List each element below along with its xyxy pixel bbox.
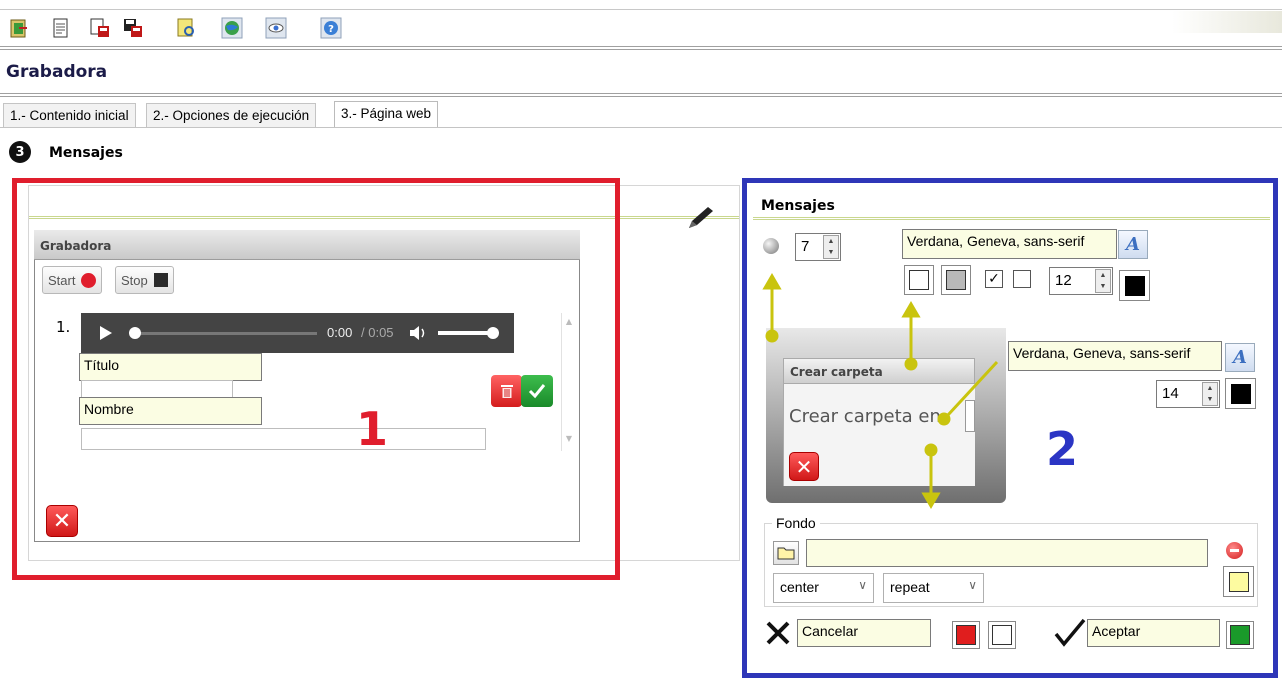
- start-button[interactable]: Start: [42, 266, 103, 294]
- duration: / 0:05: [361, 325, 394, 340]
- volume-track[interactable]: [438, 331, 494, 335]
- font-family-field-1[interactable]: Verdana, Geneva, sans-serif: [902, 229, 1117, 259]
- record-icon: [81, 272, 97, 288]
- repeat-select-value: repeat: [890, 579, 930, 595]
- font-picker-icon[interactable]: A: [1118, 230, 1148, 259]
- spinner-arrows-icon[interactable]: ▲ ▼: [1095, 269, 1111, 293]
- font-size-spinner-2[interactable]: 14 ▲ ▼: [1156, 380, 1220, 408]
- start-label: Start: [48, 272, 76, 288]
- remove-background-icon[interactable]: [1226, 542, 1243, 559]
- volume-icon[interactable]: [409, 325, 427, 345]
- current-time: 0:00: [327, 325, 353, 340]
- accept-color-swatch: [1230, 625, 1250, 645]
- page-title: Grabadora: [6, 62, 108, 82]
- stop-button[interactable]: Stop: [115, 266, 174, 294]
- italic-checkbox[interactable]: [1013, 270, 1031, 288]
- toolbar-fade: [1172, 11, 1282, 33]
- name-label-field[interactable]: Nombre: [79, 397, 262, 425]
- stop-icon: [153, 273, 168, 287]
- edit-pencil-icon[interactable]: [686, 205, 716, 231]
- cancel-bg-color-box[interactable]: [988, 621, 1016, 649]
- font-color-box-2[interactable]: [1225, 378, 1256, 409]
- border-radius-spinner[interactable]: 7 ▲ ▼: [795, 233, 841, 261]
- folder-icon: [777, 547, 795, 560]
- tab-bar-border: [0, 127, 1282, 128]
- accept-color-box[interactable]: [1226, 621, 1254, 649]
- accept-check-icon: [1054, 618, 1086, 652]
- delete-button[interactable]: [491, 375, 522, 407]
- cancel-x-icon: [764, 619, 792, 651]
- list-item-number: 1.: [56, 318, 71, 336]
- region-2-marker: 2: [1046, 422, 1079, 476]
- save-icon[interactable]: [120, 14, 146, 42]
- region-1-marker: 1: [356, 402, 389, 456]
- guide-arrows: [762, 273, 999, 509]
- progress-track[interactable]: [133, 332, 317, 335]
- confirm-button[interactable]: [521, 375, 553, 407]
- check-icon: [528, 384, 546, 399]
- cancel-color-swatch: [956, 625, 976, 645]
- fondo-legend: Fondo: [772, 515, 820, 531]
- exit-icon[interactable]: [6, 14, 32, 42]
- scroll-down-icon[interactable]: ▼: [562, 434, 576, 443]
- view-icon[interactable]: [263, 14, 289, 42]
- font-color-box-1[interactable]: [1119, 270, 1150, 301]
- font-size-spinner-1[interactable]: 12 ▲ ▼: [1049, 267, 1113, 295]
- spinner-arrows-icon[interactable]: ▲ ▼: [1202, 382, 1218, 406]
- play-icon[interactable]: [99, 325, 113, 345]
- volume-handle[interactable]: [487, 327, 499, 339]
- background-image-path[interactable]: [806, 539, 1208, 567]
- name-input[interactable]: [81, 428, 486, 450]
- messages-panel-title: Mensajes: [761, 198, 835, 214]
- preview-icon[interactable]: [173, 14, 199, 42]
- cancel-color-box[interactable]: [952, 621, 980, 649]
- position-select-value: center: [780, 579, 819, 595]
- fondo-color-swatch: [1228, 571, 1249, 592]
- globe-icon[interactable]: [219, 14, 245, 42]
- open-folder-button[interactable]: [773, 541, 799, 565]
- font-color-swatch-1: [1124, 275, 1145, 296]
- chevron-down-icon: ∨: [968, 578, 977, 592]
- border-radius-value: 7: [801, 238, 810, 255]
- title-input[interactable]: [81, 380, 233, 398]
- tab-opciones-ejecucion[interactable]: 2.- Opciones de ejecución: [146, 103, 317, 128]
- repeat-select[interactable]: repeat ∨: [883, 573, 984, 603]
- accept-label-field[interactable]: Aceptar: [1087, 619, 1220, 647]
- border-radius-icon: [763, 238, 779, 254]
- font-family-field-2[interactable]: Verdana, Geneva, sans-serif: [1008, 341, 1222, 371]
- font-color-swatch-2: [1230, 383, 1251, 404]
- close-x-button[interactable]: ✕: [46, 505, 78, 537]
- position-select[interactable]: center ∨: [773, 573, 874, 603]
- spinner-arrows-icon[interactable]: ▲ ▼: [823, 235, 839, 259]
- toolbar-top-border: [0, 9, 1282, 10]
- font-size-value-1: 12: [1055, 272, 1072, 289]
- font-picker-icon[interactable]: A: [1225, 343, 1255, 372]
- tab-pagina-web[interactable]: 3.- Página web: [334, 101, 439, 128]
- messages-separator: [753, 217, 1270, 220]
- title-label-field[interactable]: Título: [79, 353, 262, 381]
- scroll-up-icon[interactable]: ▲: [562, 317, 576, 326]
- title-rule: [0, 93, 1282, 97]
- font-size-value-2: 14: [1162, 385, 1179, 402]
- section-title: Mensajes: [49, 145, 123, 161]
- document-icon[interactable]: [48, 14, 74, 42]
- chevron-down-icon: ∨: [858, 578, 867, 592]
- tab-contenido-inicial[interactable]: 1.- Contenido inicial: [3, 103, 136, 128]
- step-number-badge: 3: [9, 141, 31, 163]
- audio-player[interactable]: 0:00 / 0:05: [81, 313, 514, 353]
- stop-label: Stop: [121, 272, 148, 288]
- cancel-label-field[interactable]: Cancelar: [797, 619, 931, 647]
- trash-icon: [500, 385, 513, 398]
- list-scrollbar[interactable]: ▲ ▼: [561, 313, 576, 451]
- save-as-icon[interactable]: [87, 14, 113, 42]
- fondo-color-box[interactable]: [1223, 566, 1254, 597]
- progress-handle[interactable]: [129, 327, 141, 339]
- help-icon[interactable]: ?: [318, 14, 344, 42]
- toolbar-bottom-rule: [0, 46, 1282, 50]
- cancel-bg-color-swatch: [992, 625, 1012, 645]
- recorder-dialog-title: Grabadora: [34, 230, 580, 260]
- svg-text:?: ?: [328, 24, 334, 35]
